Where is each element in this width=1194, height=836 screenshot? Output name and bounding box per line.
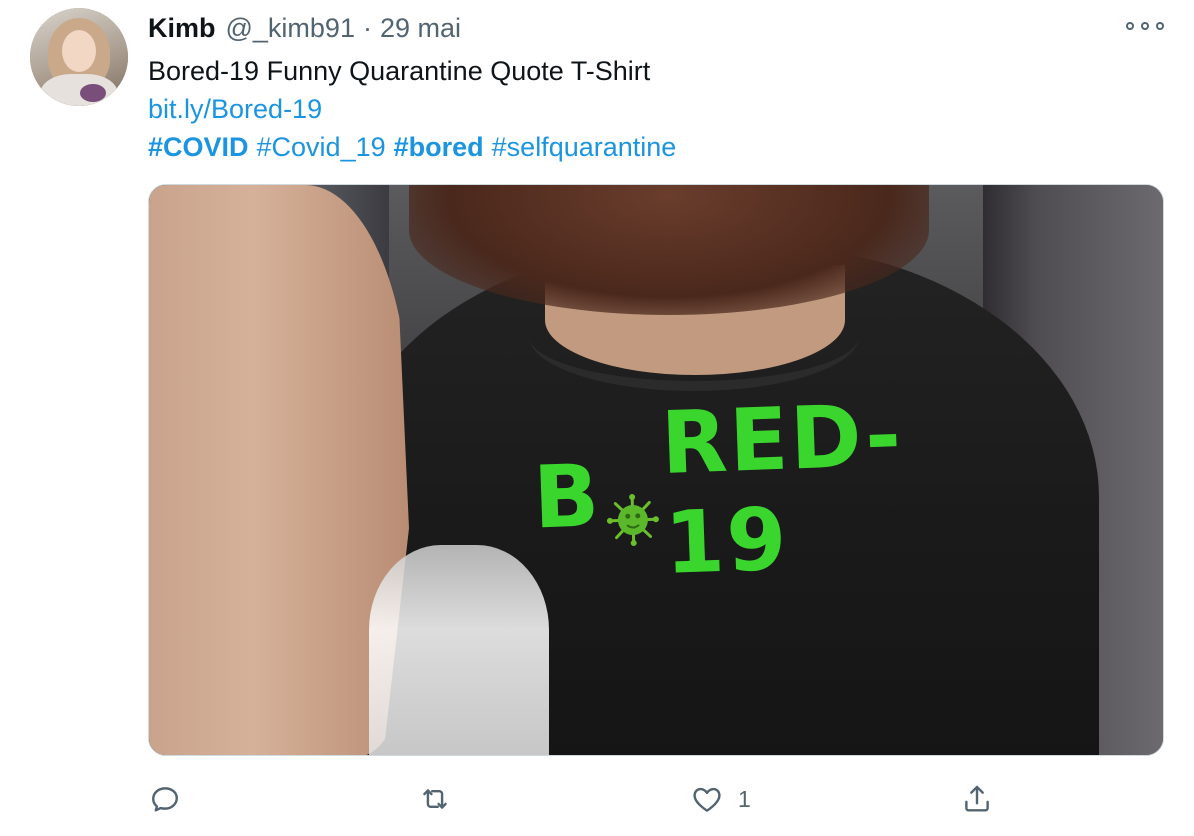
avatar-shirt [40, 74, 118, 106]
share-icon [965, 785, 989, 812]
tweet-actions: 1 [148, 776, 1164, 822]
shirt-print-end: RED-19 [659, 385, 905, 594]
more-dot-icon [1156, 22, 1164, 30]
more-dot-icon [1126, 22, 1134, 30]
hashtag[interactable]: #selfquarantine [492, 132, 677, 162]
tweet-text: Bored-19 Funny Quarantine Quote T-Shirt … [148, 52, 684, 166]
tweet-media-image[interactable]: B RED-19 [148, 184, 1164, 756]
retweet-button[interactable] [418, 776, 452, 822]
avatar-shirt-print [80, 84, 106, 102]
tweet-header: Kimb @_kimb91 · 29 mai [148, 10, 461, 46]
retweet-icon [423, 789, 447, 809]
tweet[interactable]: Kimb @_kimb91 · 29 mai Bored-19 Funny Qu… [0, 0, 1194, 836]
author-handle[interactable]: @_kimb91 [226, 13, 355, 44]
reply-icon [152, 787, 178, 812]
shirt-print-text: B RED-19 [532, 386, 905, 594]
virus-icon [604, 467, 660, 547]
tweet-link[interactable]: bit.ly/Bored-19 [148, 94, 322, 124]
shirt-print-start: B [531, 446, 603, 549]
heart-icon [693, 787, 721, 812]
author-name[interactable]: Kimb [148, 13, 216, 44]
more-options-button[interactable] [1126, 14, 1164, 38]
more-dot-icon [1141, 22, 1149, 30]
hashtag[interactable]: #Covid_19 [257, 132, 386, 162]
tweet-date[interactable]: 29 mai [380, 13, 461, 44]
header-separator: · [362, 12, 372, 43]
reply-button[interactable] [148, 776, 182, 822]
avatar[interactable] [30, 8, 128, 106]
share-button[interactable] [960, 776, 994, 822]
avatar-face [62, 30, 96, 72]
hashtag-list: #COVID #Covid_19 #bored #selfquarantine [148, 128, 684, 166]
like-button[interactable]: 1 [690, 776, 751, 822]
photo-highlight [369, 545, 549, 755]
hashtag[interactable]: #bored [394, 132, 484, 162]
like-count: 1 [738, 785, 751, 812]
hashtag[interactable]: #COVID [148, 132, 249, 162]
tweet-text-line: Bored-19 Funny Quarantine Quote T-Shirt [148, 56, 651, 86]
